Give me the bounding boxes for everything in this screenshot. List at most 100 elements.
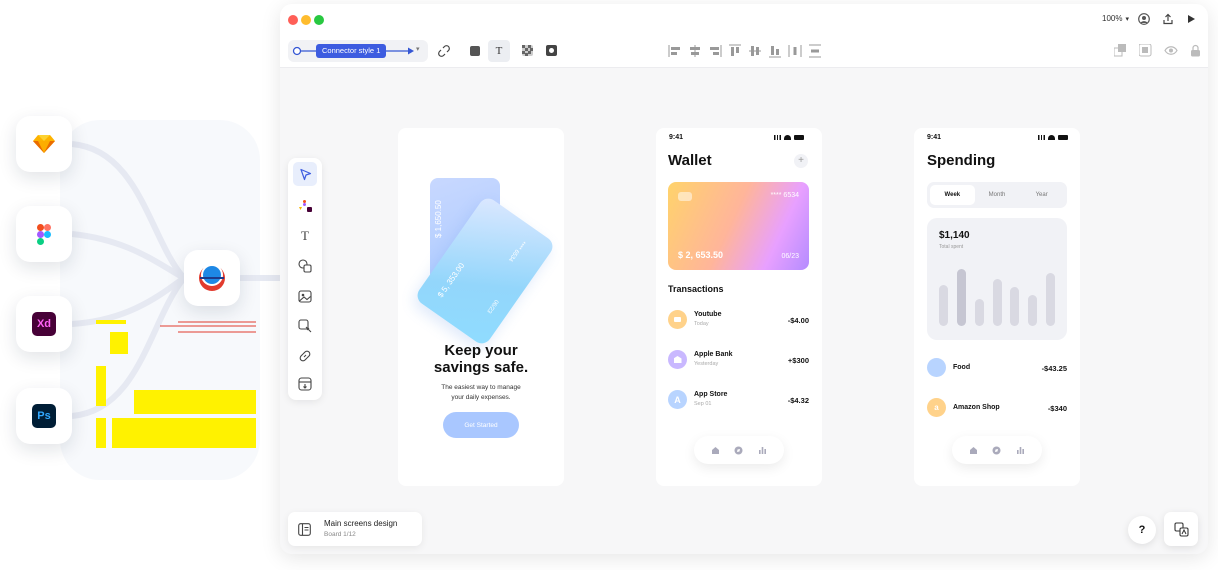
link-tool[interactable]: [293, 344, 317, 368]
zoom-dropdown[interactable]: 100% ▾: [1102, 14, 1129, 23]
plugins-tool[interactable]: [293, 194, 317, 218]
bring-forward-icon[interactable]: [1114, 44, 1127, 57]
opacity-icon[interactable]: [522, 45, 533, 56]
glitch-band: [112, 418, 256, 448]
sketch-icon: [33, 135, 55, 153]
stats-icon[interactable]: [758, 446, 767, 455]
shape-tool[interactable]: [293, 254, 317, 278]
align-center-h-icon[interactable]: [688, 44, 702, 58]
card-back-expiry: 06/23: [485, 298, 500, 314]
share-icon[interactable]: [1162, 13, 1174, 25]
app-store-icon: A: [668, 390, 687, 409]
text-tool-icon[interactable]: T: [293, 224, 317, 248]
amazon-icon: a: [927, 398, 946, 417]
wallet-card[interactable]: **** 6534 $ 2, 653.50 06/23: [668, 182, 809, 270]
design-canvas[interactable]: T $ 1,650.50 **** 6534 06/23 $ 5, 353.00…: [280, 68, 1208, 554]
transaction-row[interactable]: A App Store Sep 01 -$4.32: [668, 390, 809, 410]
add-card-button[interactable]: +: [794, 154, 808, 168]
spending-screen[interactable]: 9:41 Spending Week Month Year $1,140 Tot…: [914, 128, 1080, 486]
pen-tool[interactable]: [293, 314, 317, 338]
pen-icon: [298, 319, 312, 333]
lock-icon[interactable]: [1190, 44, 1201, 57]
minimize-window-button[interactable]: [301, 15, 311, 25]
visibility-icon[interactable]: [1164, 44, 1178, 57]
close-window-button[interactable]: [288, 15, 298, 25]
chevron-down-icon: ▾: [416, 46, 420, 53]
spending-row[interactable]: Food -$43.25: [927, 358, 1067, 378]
onboarding-screen[interactable]: $ 1,650.50 **** 6534 06/23 $ 5, 353.00 K…: [398, 128, 564, 486]
total-spent-value: $1,140: [939, 230, 970, 241]
hub-logo-icon: [199, 264, 225, 291]
transaction-amount: -$4.32: [787, 396, 809, 405]
xd-tile[interactable]: Xd: [16, 296, 72, 352]
card-number: **** 6534: [770, 192, 799, 199]
connector-style-label: Connector style 1: [316, 44, 387, 58]
transaction-date: Yesterday: [694, 361, 719, 367]
get-started-button[interactable]: Get Started: [443, 412, 519, 438]
spending-summary-card: $1,140 Total spent: [927, 218, 1067, 340]
select-tool[interactable]: [293, 162, 317, 186]
wifi-icon: [1048, 135, 1055, 140]
transaction-name: Youtube: [694, 311, 722, 318]
transaction-row[interactable]: Youtube Today -$4.00: [668, 310, 809, 330]
home-icon[interactable]: [969, 446, 978, 455]
photoshop-tile[interactable]: Ps: [16, 388, 72, 444]
home-icon[interactable]: [711, 446, 720, 455]
bottom-nav: [694, 436, 784, 464]
food-icon: [927, 358, 946, 377]
translate-icon: [1173, 521, 1189, 537]
explore-icon[interactable]: [992, 446, 1001, 455]
status-time: 9:41: [669, 134, 684, 141]
title-bar: 100% ▾: [280, 4, 1208, 34]
arrange-group: [1114, 44, 1201, 57]
editor-window: 100% ▾ Connector style 1 ▾ T T $ 1,650.5…: [280, 4, 1208, 554]
align-bottom-icon[interactable]: [768, 44, 782, 58]
figma-icon: [37, 223, 51, 245]
ps-icon: Ps: [32, 404, 56, 428]
explore-icon[interactable]: [734, 446, 743, 455]
user-icon[interactable]: [1138, 13, 1150, 25]
figma-tile[interactable]: [16, 206, 72, 262]
tab-week[interactable]: Week: [930, 185, 975, 205]
help-button[interactable]: ?: [1128, 516, 1156, 544]
spending-bar: [956, 269, 966, 326]
spending-row[interactable]: a Amazon Shop -$340: [927, 398, 1067, 418]
unlink-icon[interactable]: [438, 45, 450, 57]
spending-bar: [974, 299, 984, 326]
align-top-icon[interactable]: [728, 44, 742, 58]
sketch-tile[interactable]: [16, 116, 72, 172]
period-tabs: Week Month Year: [927, 182, 1067, 208]
align-middle-icon[interactable]: [748, 44, 762, 58]
wallet-screen[interactable]: 9:41 Wallet + **** 6534 $ 2, 653.50 06/2…: [656, 128, 822, 486]
image-tool[interactable]: [293, 284, 317, 308]
align-right-icon[interactable]: [708, 44, 722, 58]
text-style-icon[interactable]: T: [488, 40, 510, 62]
stats-icon[interactable]: [1016, 446, 1025, 455]
align-left-icon[interactable]: [668, 44, 682, 58]
maximize-window-button[interactable]: [314, 15, 324, 25]
board-info[interactable]: Main screens design Board 1/12: [288, 512, 422, 546]
battery-icon: [794, 135, 804, 140]
onboarding-headline: Keep your savings safe.: [433, 342, 529, 376]
play-icon[interactable]: [1186, 14, 1196, 24]
transaction-row[interactable]: Apple Bank Yesterday +$300: [668, 350, 809, 370]
hub-tile[interactable]: [184, 250, 240, 306]
send-backward-icon[interactable]: [1139, 44, 1152, 57]
language-button[interactable]: [1164, 512, 1198, 546]
tab-year[interactable]: Year: [1019, 185, 1064, 205]
glitch-band: [96, 418, 106, 448]
component-icon[interactable]: [546, 45, 557, 56]
distribute-v-icon[interactable]: [808, 44, 822, 58]
transaction-amount: -$4.00: [787, 316, 809, 325]
card-chip-icon: [678, 192, 692, 201]
link-icon: [299, 350, 311, 362]
spending-bar-chart: [939, 266, 1055, 326]
tab-month[interactable]: Month: [975, 185, 1020, 205]
distribute-h-icon[interactable]: [788, 44, 802, 58]
export-tool[interactable]: [293, 372, 317, 396]
connector-style-selector[interactable]: Connector style 1 ▾: [288, 40, 428, 62]
glitch-band: [96, 320, 126, 324]
chevron-down-icon: ▾: [1125, 15, 1129, 23]
fill-color-icon[interactable]: [470, 46, 480, 56]
battery-icon: [1058, 135, 1068, 140]
